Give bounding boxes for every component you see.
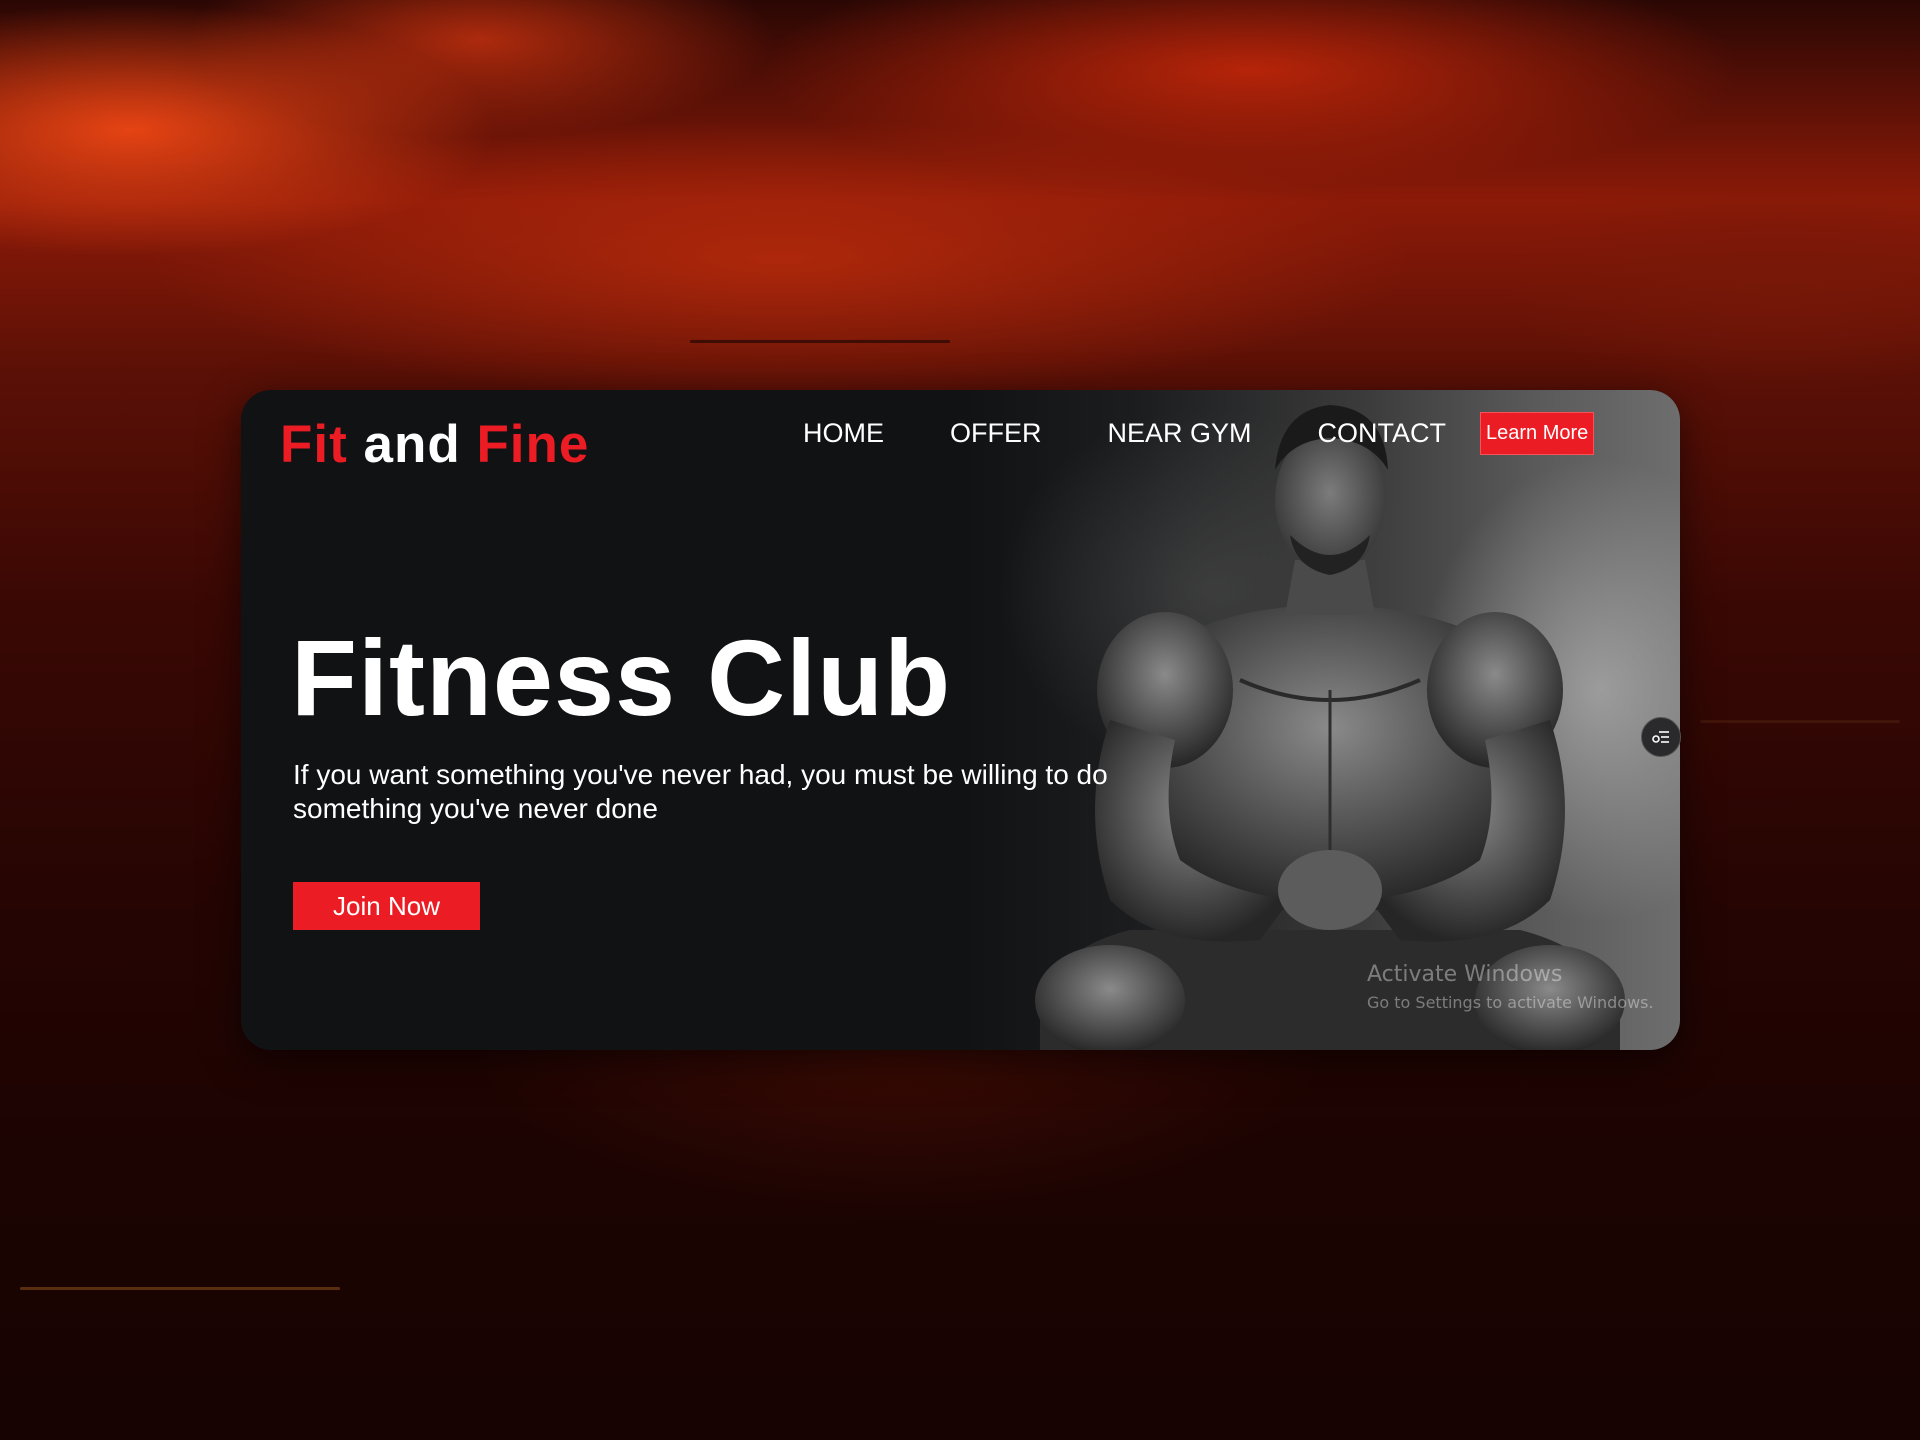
hero-subtitle: If you want something you've never had, …	[293, 759, 1108, 824]
hero-title: Fitness Club	[291, 617, 952, 738]
settings-list-icon	[1652, 731, 1669, 743]
learn-more-button[interactable]: Learn More	[1480, 412, 1595, 455]
nav-link-contact[interactable]: CONTACT	[1318, 418, 1447, 449]
background-streak	[1700, 720, 1900, 723]
main-navigation: HOME OFFER NEAR GYM CONTACT Learn More	[803, 412, 1595, 455]
floating-settings-button[interactable]	[1641, 717, 1681, 757]
brand-logo-and: and	[347, 415, 477, 474]
join-now-button[interactable]: Join Now	[293, 882, 480, 930]
brand-logo[interactable]: Fit and Fine	[280, 414, 589, 475]
nav-link-near-gym[interactable]: NEAR GYM	[1108, 418, 1252, 449]
activate-windows-watermark: Activate Windows Go to Settings to activ…	[1367, 962, 1654, 1012]
nav-link-offer[interactable]: OFFER	[950, 418, 1042, 449]
background-streak	[690, 340, 950, 343]
nav-link-home[interactable]: HOME	[803, 418, 884, 449]
watermark-subtitle: Go to Settings to activate Windows.	[1367, 993, 1654, 1012]
brand-logo-fit: Fit	[280, 415, 348, 474]
watermark-title: Activate Windows	[1367, 962, 1563, 987]
website-preview-card: Fit and Fine HOME OFFER NEAR GYM CONTACT…	[241, 390, 1680, 1050]
background-streak	[20, 1287, 340, 1290]
brand-logo-fine: Fine	[476, 415, 590, 474]
hero-photo	[960, 390, 1680, 1050]
muscular-man-photo	[1035, 405, 1625, 1050]
